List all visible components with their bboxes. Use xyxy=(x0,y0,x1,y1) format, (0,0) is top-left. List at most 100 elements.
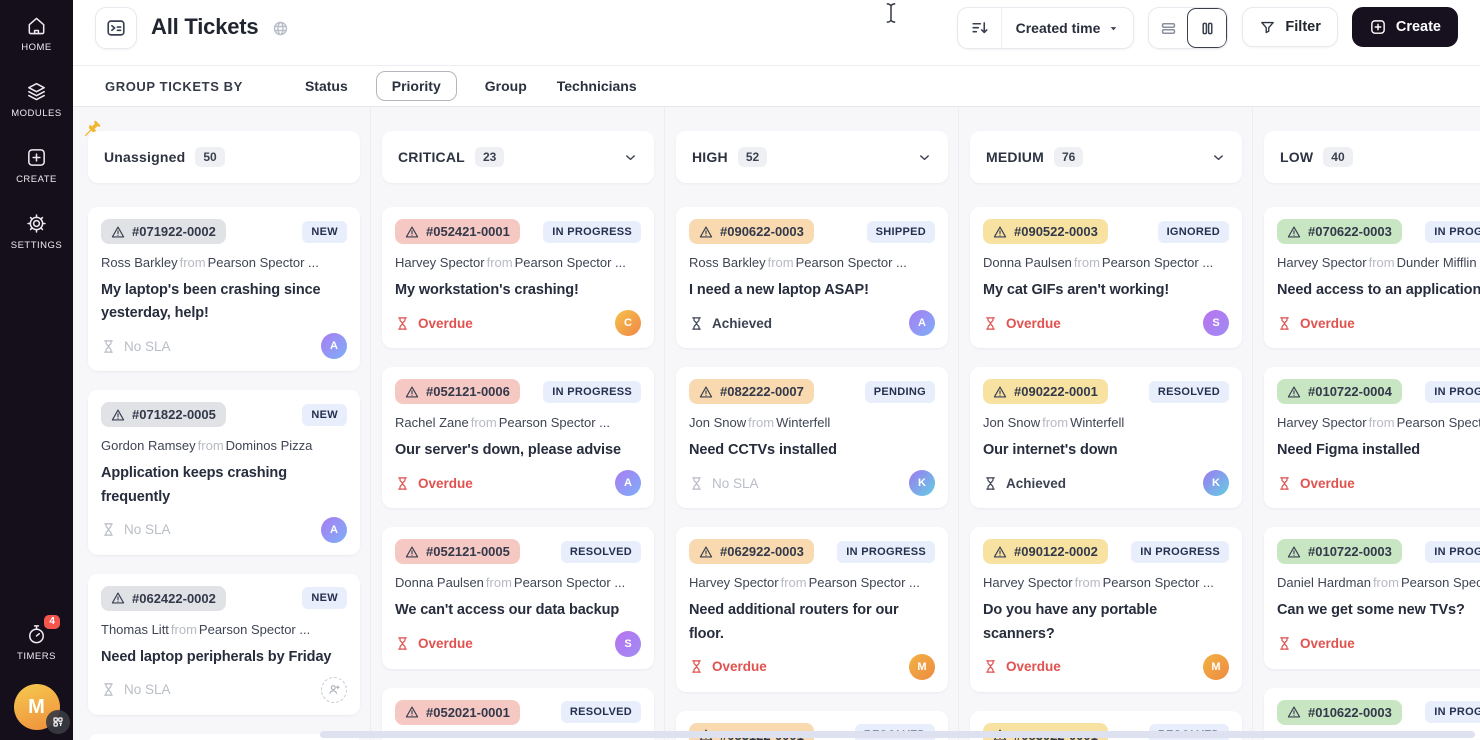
chevron-down-icon[interactable] xyxy=(917,150,932,165)
status-badge: IN PROGRESS xyxy=(1131,540,1229,563)
assignee-avatar[interactable]: A xyxy=(909,310,935,337)
assignee-avatar[interactable]: A xyxy=(321,516,347,543)
sort-field-dropdown[interactable]: Created time xyxy=(1000,8,1134,48)
ticket-id-chip: #090622-0003 xyxy=(689,219,814,244)
ticket-id: #082222-0007 xyxy=(720,384,804,400)
user-avatar[interactable]: M xyxy=(13,684,70,734)
assignee-avatar[interactable]: A xyxy=(321,333,347,360)
ticket-card[interactable]: #090222-0001 RESOLVED Jon Snow from Winter… xyxy=(970,367,1242,509)
warning-triangle-icon xyxy=(405,386,419,398)
chevron-down-icon[interactable] xyxy=(1211,150,1226,165)
tab-group[interactable]: Group xyxy=(483,72,529,100)
ticket-card[interactable]: #052121-0006 IN PROGRESS Rachel Zane from… xyxy=(382,367,654,509)
assignee-avatar[interactable]: M xyxy=(909,653,935,680)
create-button[interactable]: Create xyxy=(1351,7,1458,47)
status-badge: IN PROGRESS xyxy=(1425,380,1480,403)
sort-icon xyxy=(971,21,988,33)
sla-text: Overdue xyxy=(1300,315,1355,331)
pin-icon xyxy=(84,120,101,137)
ticket-id-chip: #010722-0004 xyxy=(1277,379,1402,405)
sidebar-item-home[interactable]: HOME xyxy=(21,14,52,53)
requester-name: Harvey Spector xyxy=(395,255,485,270)
ticket-subject: Need additional routers for our floor. xyxy=(689,602,899,642)
ticket-subject: Need laptop peripherals by Friday xyxy=(101,648,332,665)
ticket-card[interactable]: #071822-0005 NEW Gordon Ramsey from Domino… xyxy=(88,390,360,555)
sla-text: Overdue xyxy=(1300,636,1355,652)
ticket-card[interactable]: #090522-0003 IGNORED Donna Paulsen from Pe… xyxy=(970,207,1242,349)
ticket-card[interactable]: #052121-0005 RESOLVED Donna Paulsen from P… xyxy=(382,527,654,669)
page-title: All Tickets xyxy=(151,14,259,39)
column-header[interactable]: HIGH 52 xyxy=(676,131,948,183)
requester-name: Rachel Zane xyxy=(395,415,469,431)
sidebar-item-timers[interactable]: 4 TIMERS xyxy=(17,615,60,662)
tab-technicians[interactable]: Technicians xyxy=(555,72,639,100)
tab-status[interactable]: Status xyxy=(303,72,350,100)
column-header[interactable]: LOW 40 xyxy=(1264,131,1480,183)
sla-text: No SLA xyxy=(124,682,171,698)
ticket-id-chip: #062922-0003 xyxy=(689,539,814,565)
hourglass-icon xyxy=(1280,477,1289,490)
warning-triangle-icon xyxy=(111,226,125,237)
assignee-avatar[interactable]: S xyxy=(615,630,641,657)
sidebar-item-settings[interactable]: SETTINGS xyxy=(11,212,63,251)
requester-line: Donna Paulsen from Pearson Spector ... xyxy=(983,255,1229,270)
ticket-id: #070622-0003 xyxy=(1308,224,1392,239)
globe-icon[interactable] xyxy=(272,20,289,37)
hourglass-icon xyxy=(398,477,407,490)
scan-badge-icon[interactable] xyxy=(45,710,70,734)
column-header[interactable]: MEDIUM 76 xyxy=(970,131,1242,183)
requester-line: Rachel Zane from Pearson Spector ... xyxy=(395,415,641,430)
column-count-badge: 52 xyxy=(737,147,768,167)
assignee-avatar[interactable]: M xyxy=(1203,653,1229,680)
chevron-down-icon[interactable] xyxy=(623,150,638,165)
assignee-avatar[interactable]: K xyxy=(1203,470,1229,497)
ticket-card[interactable]: #070622-0003 IN PROGRESS Harvey Spectorf… xyxy=(1264,207,1480,349)
sidebar-item-modules[interactable]: MODULES xyxy=(11,80,61,119)
list-view-icon xyxy=(1161,22,1176,34)
status-badge: RESOLVED xyxy=(560,701,641,724)
ticket-id: #052121-0005 xyxy=(426,544,510,560)
ticket-card[interactable]: #090122-0002 IN PROGRESS Harvey Spector f… xyxy=(970,527,1242,692)
kanban-column: MEDIUM 76 #090522-0003 IGNORED Donna Pau… xyxy=(958,107,1252,740)
requester-line: Thomas Litt from Pearson Spector ... xyxy=(101,622,347,637)
ticket-id-chip: #052121-0005 xyxy=(395,539,520,565)
assignee-avatar[interactable]: K xyxy=(909,470,935,497)
ticket-card[interactable]: #090622-0003 SHIPPED Ross Barkley from Pea… xyxy=(676,207,948,349)
sidebar-item-create[interactable]: CREATE xyxy=(16,146,57,185)
kanban-column: HIGH 52 #090622-0003 SHIPPED Ross Barkle… xyxy=(664,107,958,740)
ticket-id-chip: #010622-0003 xyxy=(1277,699,1402,725)
board-view-icon-button[interactable] xyxy=(95,7,137,49)
ticket-card[interactable]: #082222-0007 PENDING Jon Snow from Winterf… xyxy=(676,367,948,509)
list-view-button[interactable] xyxy=(1149,8,1187,48)
ticket-card[interactable]: #071922-0002 NEW Ross Barkley from Pearson… xyxy=(88,207,360,372)
from-label: from xyxy=(179,255,206,270)
sidebar-item-label: HOME xyxy=(21,42,52,53)
requester-company: Pearson Spector ... xyxy=(1101,255,1214,270)
ticket-card[interactable]: #010722-0003 IN PROGRESS Daniel Hardmanf… xyxy=(1264,527,1480,669)
column-header[interactable]: Unassigned 50 xyxy=(84,120,360,183)
requester-line: Jon Snow from Winterfell xyxy=(689,415,935,430)
ticket-card[interactable]: #062922-0003 IN PROGRESS Harvey Spector f… xyxy=(676,527,948,692)
assignee-avatar[interactable]: C xyxy=(615,310,641,337)
assignee-avatar[interactable]: A xyxy=(615,470,641,497)
filter-button[interactable]: Filter xyxy=(1242,7,1338,47)
assignee-avatar[interactable]: S xyxy=(1203,310,1229,337)
timers-count-badge: 4 xyxy=(44,615,60,629)
ticket-card[interactable]: #052421-0001 IN PROGRESS Harvey Spector f… xyxy=(382,207,654,349)
column-header[interactable]: CRITICAL 23 xyxy=(382,131,654,183)
kanban-view-button[interactable] xyxy=(1187,8,1228,48)
warning-triangle-icon xyxy=(1287,546,1301,558)
ticket-card[interactable]: #062422-0002 NEW Thomas Litt from Pearson … xyxy=(88,573,360,715)
sidebar-item-label: TIMERS xyxy=(17,651,56,662)
horizontal-scrollbar[interactable] xyxy=(320,731,1475,738)
ticket-card[interactable]: #010722-0004 IN PROGRESS Harvey Spectorf… xyxy=(1264,367,1480,509)
hourglass-icon xyxy=(986,660,995,673)
warning-triangle-icon xyxy=(993,546,1007,558)
assignee-avatar[interactable] xyxy=(321,676,347,703)
ticket-id: #010722-0004 xyxy=(1308,384,1392,400)
requester-company: Pearson Spector ... xyxy=(207,255,319,270)
sort-direction-button[interactable] xyxy=(958,8,1001,48)
status-badge: RESOLVED xyxy=(560,540,641,563)
tab-priority[interactable]: Priority xyxy=(375,71,457,101)
warning-triangle-icon xyxy=(993,386,1007,398)
